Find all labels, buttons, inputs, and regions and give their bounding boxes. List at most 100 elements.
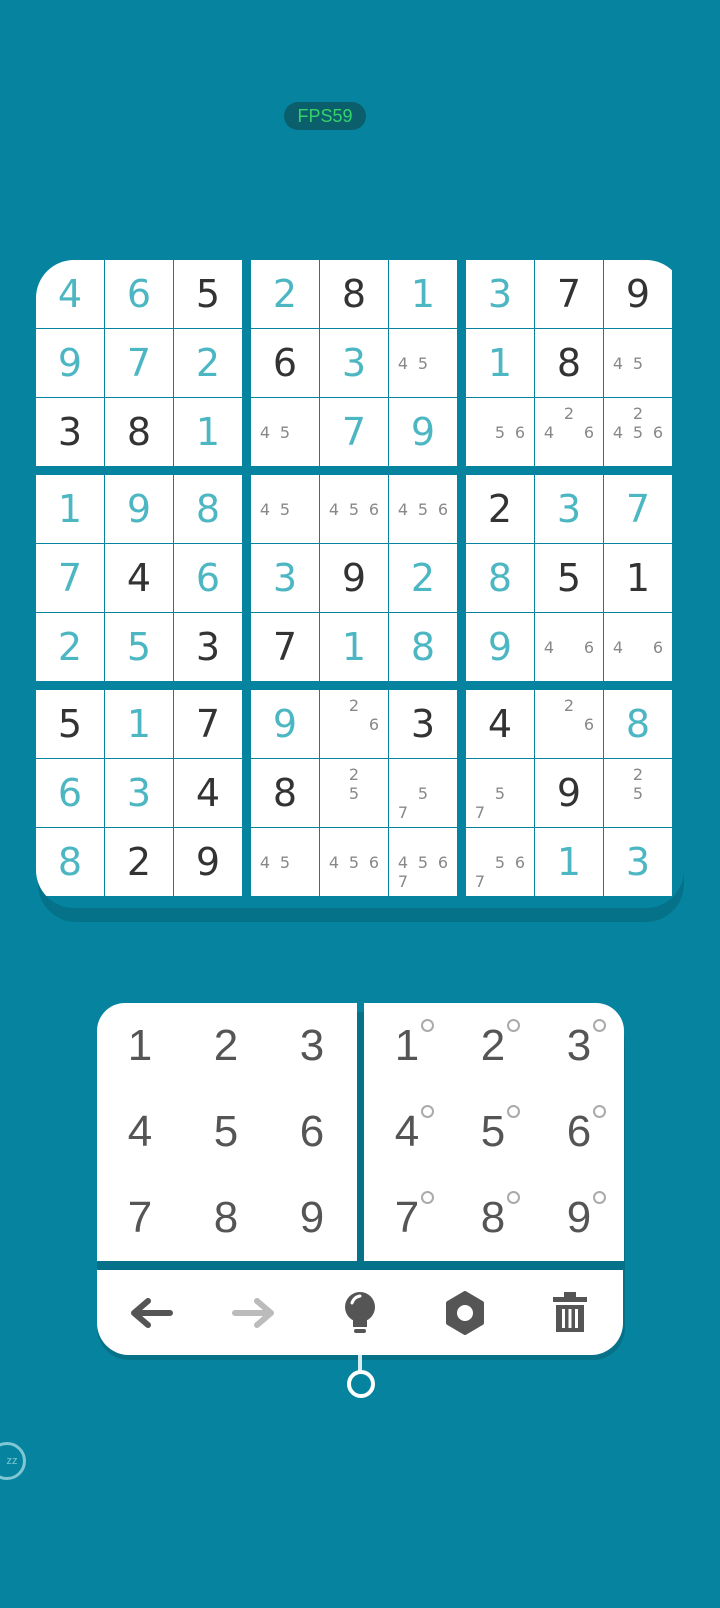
cell-r2c5[interactable]: 3	[320, 329, 388, 397]
cell-r4c9[interactable]: 7	[604, 475, 672, 543]
cell-r1c4[interactable]: 2	[251, 260, 319, 328]
panel-pull-handle[interactable]	[347, 1370, 375, 1398]
note-key-4[interactable]: 4	[364, 1089, 450, 1175]
cell-r4c6[interactable]: 456	[389, 475, 457, 543]
cell-r3c4[interactable]: 45	[251, 398, 319, 466]
cell-r7c7[interactable]: 4	[466, 690, 534, 758]
cell-r3c2[interactable]: 8	[105, 398, 173, 466]
cell-r2c1[interactable]: 9	[36, 329, 104, 397]
cell-r5c1[interactable]: 7	[36, 544, 104, 612]
cell-r5c6[interactable]: 2	[389, 544, 457, 612]
cell-r3c7[interactable]: 56	[466, 398, 534, 466]
note-key-2[interactable]: 2	[450, 1003, 536, 1089]
cell-r4c7[interactable]: 2	[466, 475, 534, 543]
note-key-1[interactable]: 1	[364, 1003, 450, 1089]
cell-r4c8[interactable]: 3	[535, 475, 603, 543]
cell-r9c9[interactable]: 3	[604, 828, 672, 896]
settings-button[interactable]	[412, 1270, 517, 1355]
cell-r5c7[interactable]: 8	[466, 544, 534, 612]
number-key-7[interactable]: 7	[97, 1175, 183, 1261]
cell-r1c9[interactable]: 9	[604, 260, 672, 328]
number-key-4[interactable]: 4	[97, 1089, 183, 1175]
cell-r1c6[interactable]: 1	[389, 260, 457, 328]
cell-r5c4[interactable]: 3	[251, 544, 319, 612]
pause-icon[interactable]: zz	[0, 1442, 26, 1480]
cell-r7c5[interactable]: 26	[320, 690, 388, 758]
cell-r8c3[interactable]: 4	[174, 759, 242, 827]
cell-r8c1[interactable]: 6	[36, 759, 104, 827]
cell-r1c5[interactable]: 8	[320, 260, 388, 328]
cell-r4c3[interactable]: 8	[174, 475, 242, 543]
cell-r1c8[interactable]: 7	[535, 260, 603, 328]
cell-r1c3[interactable]: 5	[174, 260, 242, 328]
cell-r4c5[interactable]: 456	[320, 475, 388, 543]
cell-r6c4[interactable]: 7	[251, 613, 319, 681]
cell-r2c6[interactable]: 45	[389, 329, 457, 397]
cell-r5c5[interactable]: 9	[320, 544, 388, 612]
cell-r1c7[interactable]: 3	[466, 260, 534, 328]
number-key-8[interactable]: 8	[183, 1175, 269, 1261]
delete-button[interactable]	[517, 1270, 622, 1355]
cell-r1c1[interactable]: 4	[36, 260, 104, 328]
number-key-5[interactable]: 5	[183, 1089, 269, 1175]
undo-button[interactable]	[97, 1270, 202, 1355]
cell-r6c8[interactable]: 46	[535, 613, 603, 681]
cell-r9c5[interactable]: 456	[320, 828, 388, 896]
cell-r2c4[interactable]: 6	[251, 329, 319, 397]
number-key-3[interactable]: 3	[269, 1003, 355, 1089]
cell-r2c2[interactable]: 7	[105, 329, 173, 397]
cell-r1c2[interactable]: 6	[105, 260, 173, 328]
cell-r2c9[interactable]: 45	[604, 329, 672, 397]
cell-r2c3[interactable]: 2	[174, 329, 242, 397]
cell-r9c3[interactable]: 9	[174, 828, 242, 896]
cell-r6c2[interactable]: 5	[105, 613, 173, 681]
note-key-9[interactable]: 9	[536, 1175, 622, 1261]
number-key-1[interactable]: 1	[97, 1003, 183, 1089]
cell-r7c3[interactable]: 7	[174, 690, 242, 758]
cell-r8c7[interactable]: 57	[466, 759, 534, 827]
cell-r6c7[interactable]: 9	[466, 613, 534, 681]
number-key-6[interactable]: 6	[269, 1089, 355, 1175]
cell-r6c1[interactable]: 2	[36, 613, 104, 681]
cell-r9c8[interactable]: 1	[535, 828, 603, 896]
cell-r2c7[interactable]: 1	[466, 329, 534, 397]
number-key-9[interactable]: 9	[269, 1175, 355, 1261]
cell-r7c1[interactable]: 5	[36, 690, 104, 758]
cell-r7c2[interactable]: 1	[105, 690, 173, 758]
redo-button[interactable]	[202, 1270, 307, 1355]
cell-r8c9[interactable]: 25	[604, 759, 672, 827]
note-key-5[interactable]: 5	[450, 1089, 536, 1175]
cell-r8c8[interactable]: 9	[535, 759, 603, 827]
cell-r9c2[interactable]: 2	[105, 828, 173, 896]
cell-r9c7[interactable]: 56 7	[466, 828, 534, 896]
cell-r5c8[interactable]: 5	[535, 544, 603, 612]
cell-r4c1[interactable]: 1	[36, 475, 104, 543]
note-key-6[interactable]: 6	[536, 1089, 622, 1175]
number-key-2[interactable]: 2	[183, 1003, 269, 1089]
cell-r6c9[interactable]: 46	[604, 613, 672, 681]
cell-r8c2[interactable]: 3	[105, 759, 173, 827]
cell-r3c8[interactable]: 24 6	[535, 398, 603, 466]
cell-r7c4[interactable]: 9	[251, 690, 319, 758]
cell-r7c6[interactable]: 3	[389, 690, 457, 758]
cell-r4c4[interactable]: 45	[251, 475, 319, 543]
cell-r6c5[interactable]: 1	[320, 613, 388, 681]
note-key-8[interactable]: 8	[450, 1175, 536, 1261]
cell-r6c6[interactable]: 8	[389, 613, 457, 681]
cell-r5c3[interactable]: 6	[174, 544, 242, 612]
cell-r9c4[interactable]: 45	[251, 828, 319, 896]
cell-r9c6[interactable]: 456 7	[389, 828, 457, 896]
cell-r9c1[interactable]: 8	[36, 828, 104, 896]
cell-r8c4[interactable]: 8	[251, 759, 319, 827]
cell-r5c9[interactable]: 1	[604, 544, 672, 612]
cell-r8c6[interactable]: 57	[389, 759, 457, 827]
note-key-3[interactable]: 3	[536, 1003, 622, 1089]
cell-r7c8[interactable]: 26	[535, 690, 603, 758]
cell-r4c2[interactable]: 9	[105, 475, 173, 543]
cell-r3c9[interactable]: 2456	[604, 398, 672, 466]
cell-r7c9[interactable]: 8	[604, 690, 672, 758]
cell-r3c1[interactable]: 3	[36, 398, 104, 466]
cell-r3c5[interactable]: 7	[320, 398, 388, 466]
cell-r5c2[interactable]: 4	[105, 544, 173, 612]
cell-r3c3[interactable]: 1	[174, 398, 242, 466]
